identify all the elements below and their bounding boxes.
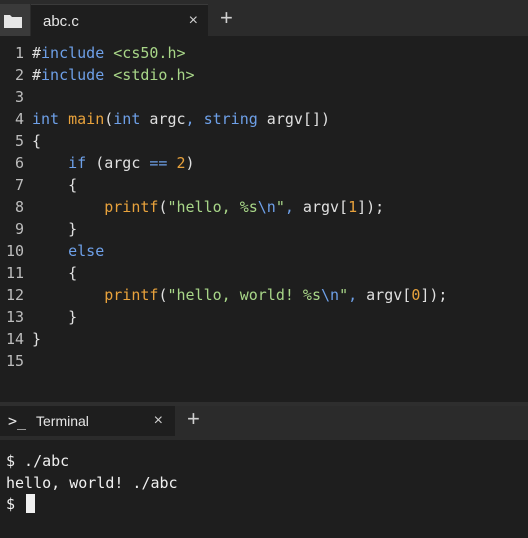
line-number: 10 xyxy=(5,242,24,260)
line-number: 3 xyxy=(14,88,24,106)
close-tab-icon[interactable]: × xyxy=(189,12,198,30)
line-number: 5 xyxy=(14,132,24,150)
terminal-prompt-line: $ xyxy=(6,493,36,515)
new-terminal-icon[interactable]: + xyxy=(187,408,200,430)
code-line-8: 8 printf("hello, %s\n", argv[1]); xyxy=(0,196,528,218)
code-text: } xyxy=(32,220,78,238)
code-text: printf("hello, %s\n", argv[1]); xyxy=(104,198,385,216)
terminal-line: hello, world! ./abc xyxy=(6,474,178,492)
terminal-output[interactable]: $ ./abc hello, world! ./abc $ xyxy=(0,440,528,538)
code-line-13: 13 } xyxy=(0,306,528,328)
line-number: 6 xyxy=(14,154,24,172)
terminal-tab-bar: >_ Terminal × + xyxy=(0,406,528,438)
close-terminal-icon[interactable]: × xyxy=(154,412,163,430)
code-text: if (argc == 2) xyxy=(68,154,195,172)
code-line-10: 10 else xyxy=(0,240,528,262)
code-text: else xyxy=(68,242,105,260)
code-line-3: 3 xyxy=(0,86,528,108)
line-number: 13 xyxy=(5,308,24,326)
terminal-tab-label: Terminal xyxy=(36,413,89,429)
code-text: { xyxy=(32,132,42,150)
code-editor[interactable]: 1 #include <cs50.h> 2 #include <stdio.h> 3… xyxy=(0,36,528,402)
terminal-prompt: $ xyxy=(6,495,25,513)
line-number: 14 xyxy=(5,330,24,348)
editor-tab-bar: abc.c × + xyxy=(0,0,528,37)
tab-abc-c[interactable]: abc.c × xyxy=(31,4,208,37)
line-number: 8 xyxy=(14,198,24,216)
terminal-cursor xyxy=(26,494,36,513)
code-line-14: 14} xyxy=(0,328,528,350)
new-tab-icon[interactable]: + xyxy=(220,7,233,29)
code-line-6: 6 if (argc == 2) xyxy=(0,152,528,174)
code-text: printf("hello, world! %s\n", argv[0]); xyxy=(104,286,448,304)
code-line-11: 11 { xyxy=(0,262,528,284)
line-number: 11 xyxy=(5,264,24,282)
terminal-line: $ ./abc xyxy=(6,452,70,470)
code-line-1: 1 #include <cs50.h> xyxy=(0,42,528,64)
code-text: { xyxy=(32,176,78,194)
code-line-4: 4 int main(int argc, string argv[]) xyxy=(0,108,528,130)
line-number: 1 xyxy=(14,44,24,62)
tab-terminal[interactable]: >_ Terminal × xyxy=(0,406,175,438)
line-number: 4 xyxy=(14,110,24,128)
line-number: 7 xyxy=(14,176,24,194)
folder-icon xyxy=(4,15,22,28)
code-line-15: 15 xyxy=(0,350,528,372)
code-text: } xyxy=(32,308,78,326)
file-explorer-toggle[interactable] xyxy=(0,4,30,36)
line-number: 9 xyxy=(14,220,24,238)
line-number: 15 xyxy=(5,352,24,370)
code-line-7: 7 { xyxy=(0,174,528,196)
code-text: int main(int argc, string argv[]) xyxy=(32,110,331,128)
terminal-icon: >_ xyxy=(8,412,27,430)
line-number: 2 xyxy=(14,66,24,84)
code-text: { xyxy=(32,264,78,282)
code-line-2: 2 #include <stdio.h> xyxy=(0,64,528,86)
code-line-12: 12 printf("hello, world! %s\n", argv[0])… xyxy=(0,284,528,306)
tab-filename: abc.c xyxy=(43,13,79,30)
line-number: 12 xyxy=(5,286,24,304)
code-text: } xyxy=(32,330,42,348)
code-text: #include <cs50.h> xyxy=(32,44,186,62)
code-line-9: 9 } xyxy=(0,218,528,240)
code-line-5: 5{ xyxy=(0,130,528,152)
code-text: #include <stdio.h> xyxy=(32,66,195,84)
